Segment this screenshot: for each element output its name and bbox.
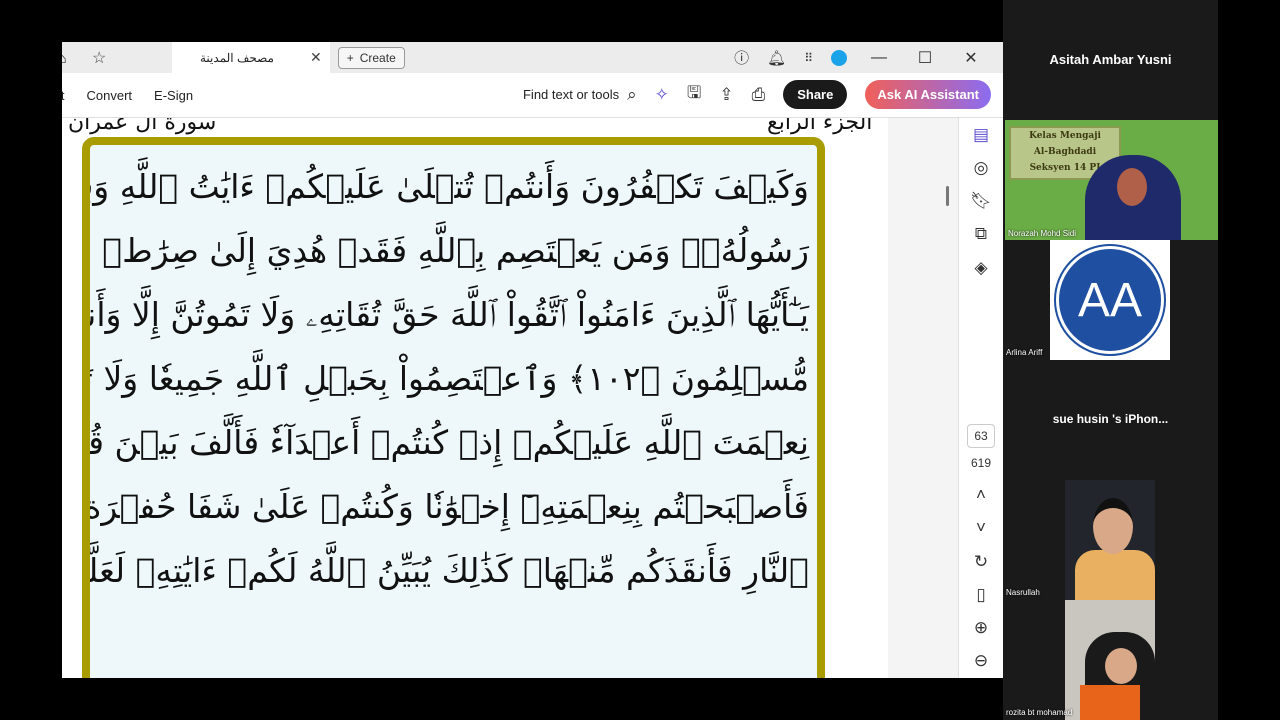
toolbar: it Convert E-Sign Find text or tools⌕ ✧ … <box>62 73 1003 118</box>
verse-line: ٱلنَّارِ فَأَنقَذَكُم مِّنۡهَاۗ كَذَٰلِك… <box>90 551 809 590</box>
meeting-participants-panel: Asitah Ambar Yusni Kelas Mengaji Al-Bagh… <box>1003 0 1218 720</box>
help-icon[interactable]: ⓘ <box>734 47 749 68</box>
print-icon[interactable]: ⎙ <box>752 85 766 105</box>
close-tab-icon[interactable]: ✕ <box>310 49 322 66</box>
plus-icon: + <box>346 50 354 65</box>
tab-title: مصحف المدينة <box>200 50 274 65</box>
home-icon[interactable]: ⌂ <box>62 50 66 66</box>
participant-video[interactable] <box>1065 600 1155 720</box>
participant-video[interactable] <box>1065 480 1155 600</box>
quran-page-frame: وَكَيۡفَ تَكۡفُرُونَ وَأَنتُمۡ تُتۡلَىٰ … <box>82 137 825 678</box>
chevron-up-icon[interactable]: ˄ <box>976 478 986 511</box>
document-view[interactable]: سورة آل عمران الجزء الرابع وَكَيۡفَ تَكۡ… <box>62 118 958 678</box>
participant-name: Asitah Ambar Yusni <box>1049 52 1172 67</box>
verse-line: وَكَيۡفَ تَكۡفُرُونَ وَأَنتُمۡ تُتۡلَىٰ … <box>90 167 809 206</box>
create-label: Create <box>359 50 396 65</box>
minimize-icon[interactable]: — <box>865 49 893 67</box>
find-label: Find text or tools <box>522 87 620 102</box>
profile-icon[interactable] <box>831 49 847 66</box>
surah-header: سورة آل عمران <box>68 118 217 135</box>
save-icon[interactable]: 🖫 <box>687 80 701 109</box>
comment-icon[interactable]: ◎ <box>974 151 989 184</box>
fit-page-icon[interactable]: ▯ <box>976 578 985 611</box>
bell-icon[interactable]: 🔔︎ <box>767 49 786 67</box>
pdf-reader-window: ⌂ ☆ مصحف المدينة ✕ + Create ⓘ 🔔︎ ⠿ — ☐ ✕ … <box>62 42 1003 678</box>
scrollbar[interactable] <box>946 186 949 206</box>
bookmark-icon[interactable]: 🔖︎ <box>970 185 992 218</box>
ask-ai-button[interactable]: Ask AI Assistant <box>865 80 991 109</box>
convert-menu[interactable]: Convert <box>87 88 133 103</box>
participant-shirt <box>1080 685 1140 720</box>
star-icon[interactable]: ☆ <box>92 48 106 68</box>
find-tools-button[interactable]: Find text or tools ⌕ <box>523 85 637 105</box>
ai-label: Ask AI Assistant <box>877 87 979 102</box>
participant-label: Norazah Mohd Sidi <box>1008 229 1077 238</box>
participant-video[interactable]: Kelas Mengaji Al-Baghdadi Seksyen 14 PJ … <box>1005 120 1218 240</box>
participant-avatar-tile[interactable]: AA <box>1050 240 1170 360</box>
document-tab[interactable]: مصحف المدينة ✕ <box>172 42 330 73</box>
banner-line: Al-Baghdadi <box>1033 147 1097 157</box>
participant-face <box>1117 168 1147 206</box>
participant-label: Nasrullah <box>1006 588 1040 597</box>
verse-line: يَـٰٓأَيُّهَا ٱلَّذِينَ ءَامَنُواْ ٱتَّق… <box>90 295 809 334</box>
close-window-icon[interactable]: ✕ <box>957 48 985 68</box>
apps-icon[interactable]: ⠿ <box>804 51 813 65</box>
total-pages: 619 <box>970 456 992 471</box>
page-number-input[interactable]: 63 <box>967 424 995 449</box>
edit-menu[interactable]: it <box>62 88 65 103</box>
banner-line: Kelas Mengaji <box>1029 131 1101 141</box>
pages-icon[interactable]: ⧉ <box>975 218 987 251</box>
upload-icon[interactable]: ⇪ <box>719 85 733 105</box>
right-sidebar: ▤ ◎ 🔖︎ ⧉ ◈ 63 619 ˄ ˅ ↻ ▯ ⊕ ⊖ <box>958 118 1003 678</box>
participant-label: Arlina Ariff <box>1006 348 1043 357</box>
participant-figure <box>1075 550 1155 600</box>
chevron-down-icon[interactable]: ˅ <box>976 512 986 545</box>
ai-summary-icon[interactable]: ▤ <box>973 118 989 151</box>
juz-header: الجزء الرابع <box>767 118 873 135</box>
share-button[interactable]: Share <box>783 80 848 109</box>
verse-line: فَأَصۡبَحۡتُم بِنِعۡمَتِهِۦٓ إِخۡوَٰنٗا … <box>90 487 809 526</box>
rotate-icon[interactable]: ↻ <box>974 545 988 578</box>
esign-menu[interactable]: E-Sign <box>154 88 193 103</box>
verse-line: نِعۡمَتَ ٱللَّهِ عَلَيۡكُمۡ إِذۡ كُنتُمۡ… <box>90 423 809 462</box>
verse-line: مُّسۡلِمُونَ ﴿١٠٢﴾ وَٱعۡتَصِمُواْ بِحَبۡ… <box>90 359 809 398</box>
participant-name: sue husin 's iPhon... <box>1052 412 1169 426</box>
verse-line: رَسُولُهُۥۗ وَمَن يَعۡتَصِم بِٱللَّهِ فَ… <box>90 231 809 270</box>
create-button[interactable]: + Create <box>337 46 405 69</box>
ai-tools-icon[interactable]: ✧ <box>655 85 669 105</box>
search-icon: ⌕ <box>627 84 637 104</box>
participant-face <box>1093 498 1133 554</box>
avatar: AA <box>1054 244 1166 356</box>
zoom-in-icon[interactable]: ⊕ <box>974 611 988 644</box>
participant-label: rozita bt mohamad <box>1006 708 1073 717</box>
tab-bar: ⌂ ☆ مصحف المدينة ✕ + Create ⓘ 🔔︎ ⠿ — ☐ ✕ <box>62 42 1003 73</box>
layers-icon[interactable]: ◈ <box>974 251 987 284</box>
maximize-icon[interactable]: ☐ <box>911 48 939 68</box>
participant-face <box>1105 648 1137 684</box>
zoom-out-icon[interactable]: ⊖ <box>974 645 988 678</box>
